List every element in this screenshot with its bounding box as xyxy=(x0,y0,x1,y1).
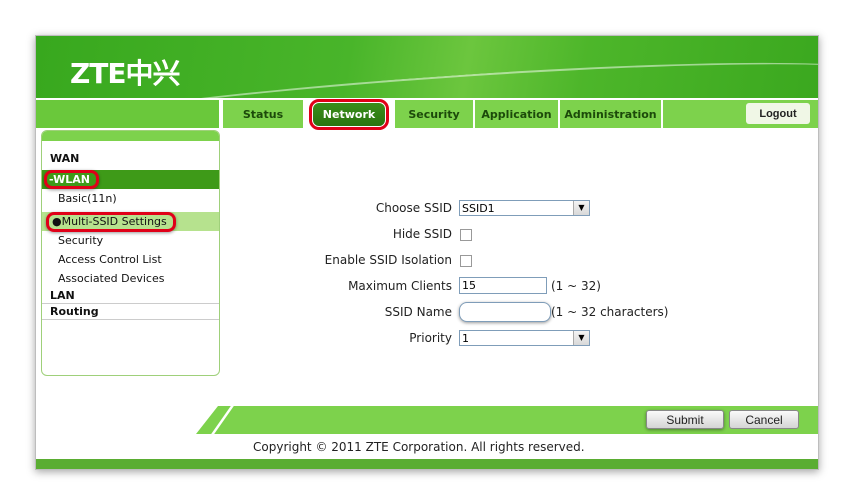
ssid-isolation-label: Enable SSID Isolation xyxy=(324,253,452,267)
priority-label: Priority xyxy=(409,331,452,345)
footer-bar xyxy=(196,406,818,434)
choose-ssid-label: Choose SSID xyxy=(375,201,452,215)
dropdown-arrow-icon: ▼ xyxy=(573,331,589,345)
tab-network[interactable]: Network xyxy=(303,98,393,130)
sidebar-item-wlan-label: -WLAN xyxy=(44,170,99,189)
sidebar-item-security[interactable]: Security xyxy=(42,231,219,250)
max-clients-hint: (1 ~ 32) xyxy=(551,279,601,293)
max-clients-input[interactable]: 15 xyxy=(459,277,547,294)
logout-button[interactable]: Logout xyxy=(746,103,810,124)
hide-ssid-label: Hide SSID xyxy=(392,227,452,241)
sidebar-item-multi-ssid[interactable]: ●Multi-SSID Settings xyxy=(42,212,219,232)
ssid-isolation-checkbox[interactable] xyxy=(460,255,472,267)
choose-ssid-select[interactable]: SSID1 ▼ xyxy=(459,200,590,216)
bullet-icon: ● xyxy=(52,215,62,228)
ssid-name-label: SSID Name xyxy=(384,305,452,319)
sidebar-item-wan[interactable]: WAN xyxy=(42,149,219,168)
cancel-button[interactable]: Cancel xyxy=(729,410,799,429)
max-clients-label: Maximum Clients xyxy=(348,279,452,293)
tab-status[interactable]: Status xyxy=(221,100,303,128)
tab-administration[interactable]: Administration xyxy=(558,100,661,128)
sidebar-item-acl[interactable]: Access Control List xyxy=(42,250,219,269)
bottom-bar xyxy=(36,459,818,469)
tab-application[interactable]: Application xyxy=(473,100,558,128)
multi-ssid-text: Multi-SSID Settings xyxy=(61,215,167,228)
tab-application-label: Application xyxy=(481,107,552,121)
dropdown-arrow-icon: ▼ xyxy=(573,201,589,215)
ssid-name-hint: (1 ~ 32 characters) xyxy=(551,305,669,319)
choose-ssid-value: SSID1 xyxy=(462,202,495,215)
ssid-name-input[interactable] xyxy=(459,302,551,322)
header-banner: ZTE中兴 xyxy=(36,36,818,98)
hide-ssid-checkbox[interactable] xyxy=(460,229,472,241)
nav-left-spacer xyxy=(36,100,219,128)
sidebar: WAN -WLAN Basic(11n) ●Multi-SSID Setting… xyxy=(41,130,220,376)
sidebar-header xyxy=(42,131,219,141)
sidebar-item-lan[interactable]: LAN xyxy=(42,288,219,304)
sidebar-item-routing[interactable]: Routing xyxy=(42,304,219,320)
tab-network-label: Network xyxy=(308,98,390,130)
tab-administration-label: Administration xyxy=(564,107,657,121)
copyright-text: Copyright © 2011 ZTE Corporation. All ri… xyxy=(253,440,585,454)
sidebar-item-multi-ssid-label: ●Multi-SSID Settings xyxy=(46,212,176,232)
priority-select[interactable]: 1 ▼ xyxy=(459,330,590,346)
nav-right-area: Logout xyxy=(661,100,818,128)
tab-security[interactable]: Security xyxy=(393,100,473,128)
priority-value: 1 xyxy=(462,332,469,345)
sidebar-item-basic[interactable]: Basic(11n) xyxy=(42,189,219,208)
router-admin-window: ZTE中兴 Status Network Security Applicatio… xyxy=(35,35,819,470)
zte-logo: ZTE中兴 xyxy=(70,57,181,90)
tab-security-label: Security xyxy=(408,107,460,121)
top-nav: Status Network Security Application Admi… xyxy=(36,98,818,130)
submit-button[interactable]: Submit xyxy=(646,410,724,429)
sidebar-item-associated-devices[interactable]: Associated Devices xyxy=(42,269,219,288)
tab-status-label: Status xyxy=(242,107,284,121)
sidebar-item-wlan[interactable]: -WLAN xyxy=(42,170,219,189)
